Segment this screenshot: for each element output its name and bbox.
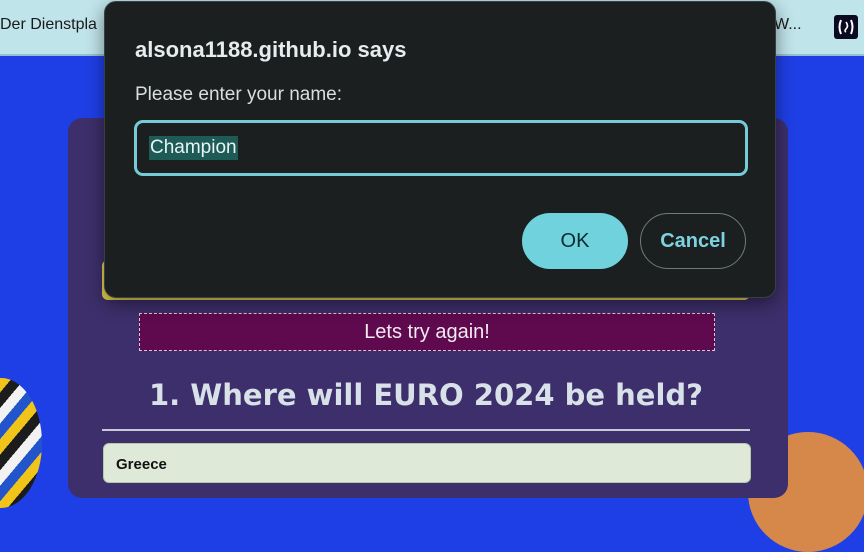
bookmark-item[interactable]: Der Dienstpla [0,16,97,34]
dialog-message: Please enter your name: [135,84,343,105]
code-bracket-icon[interactable] [834,15,858,39]
try-again-banner: Lets try again! [139,313,715,351]
ok-button[interactable]: OK [522,213,628,269]
question-title: 1. Where will EURO 2024 be held? [149,378,703,412]
dialog-title: alsona1188.github.io says [135,37,407,62]
code-bracket-glyph [838,19,854,35]
answer-option[interactable]: Greece [103,443,751,483]
question-divider [102,429,750,431]
prompt-dialog: alsona1188.github.io says Please enter y… [104,1,776,298]
cancel-button[interactable]: Cancel [640,213,746,269]
bookmark-item-truncated[interactable]: W... [774,16,802,34]
name-input-value: Champion [149,136,238,160]
name-input[interactable]: Champion [134,120,748,176]
ball-decoration [0,378,42,508]
